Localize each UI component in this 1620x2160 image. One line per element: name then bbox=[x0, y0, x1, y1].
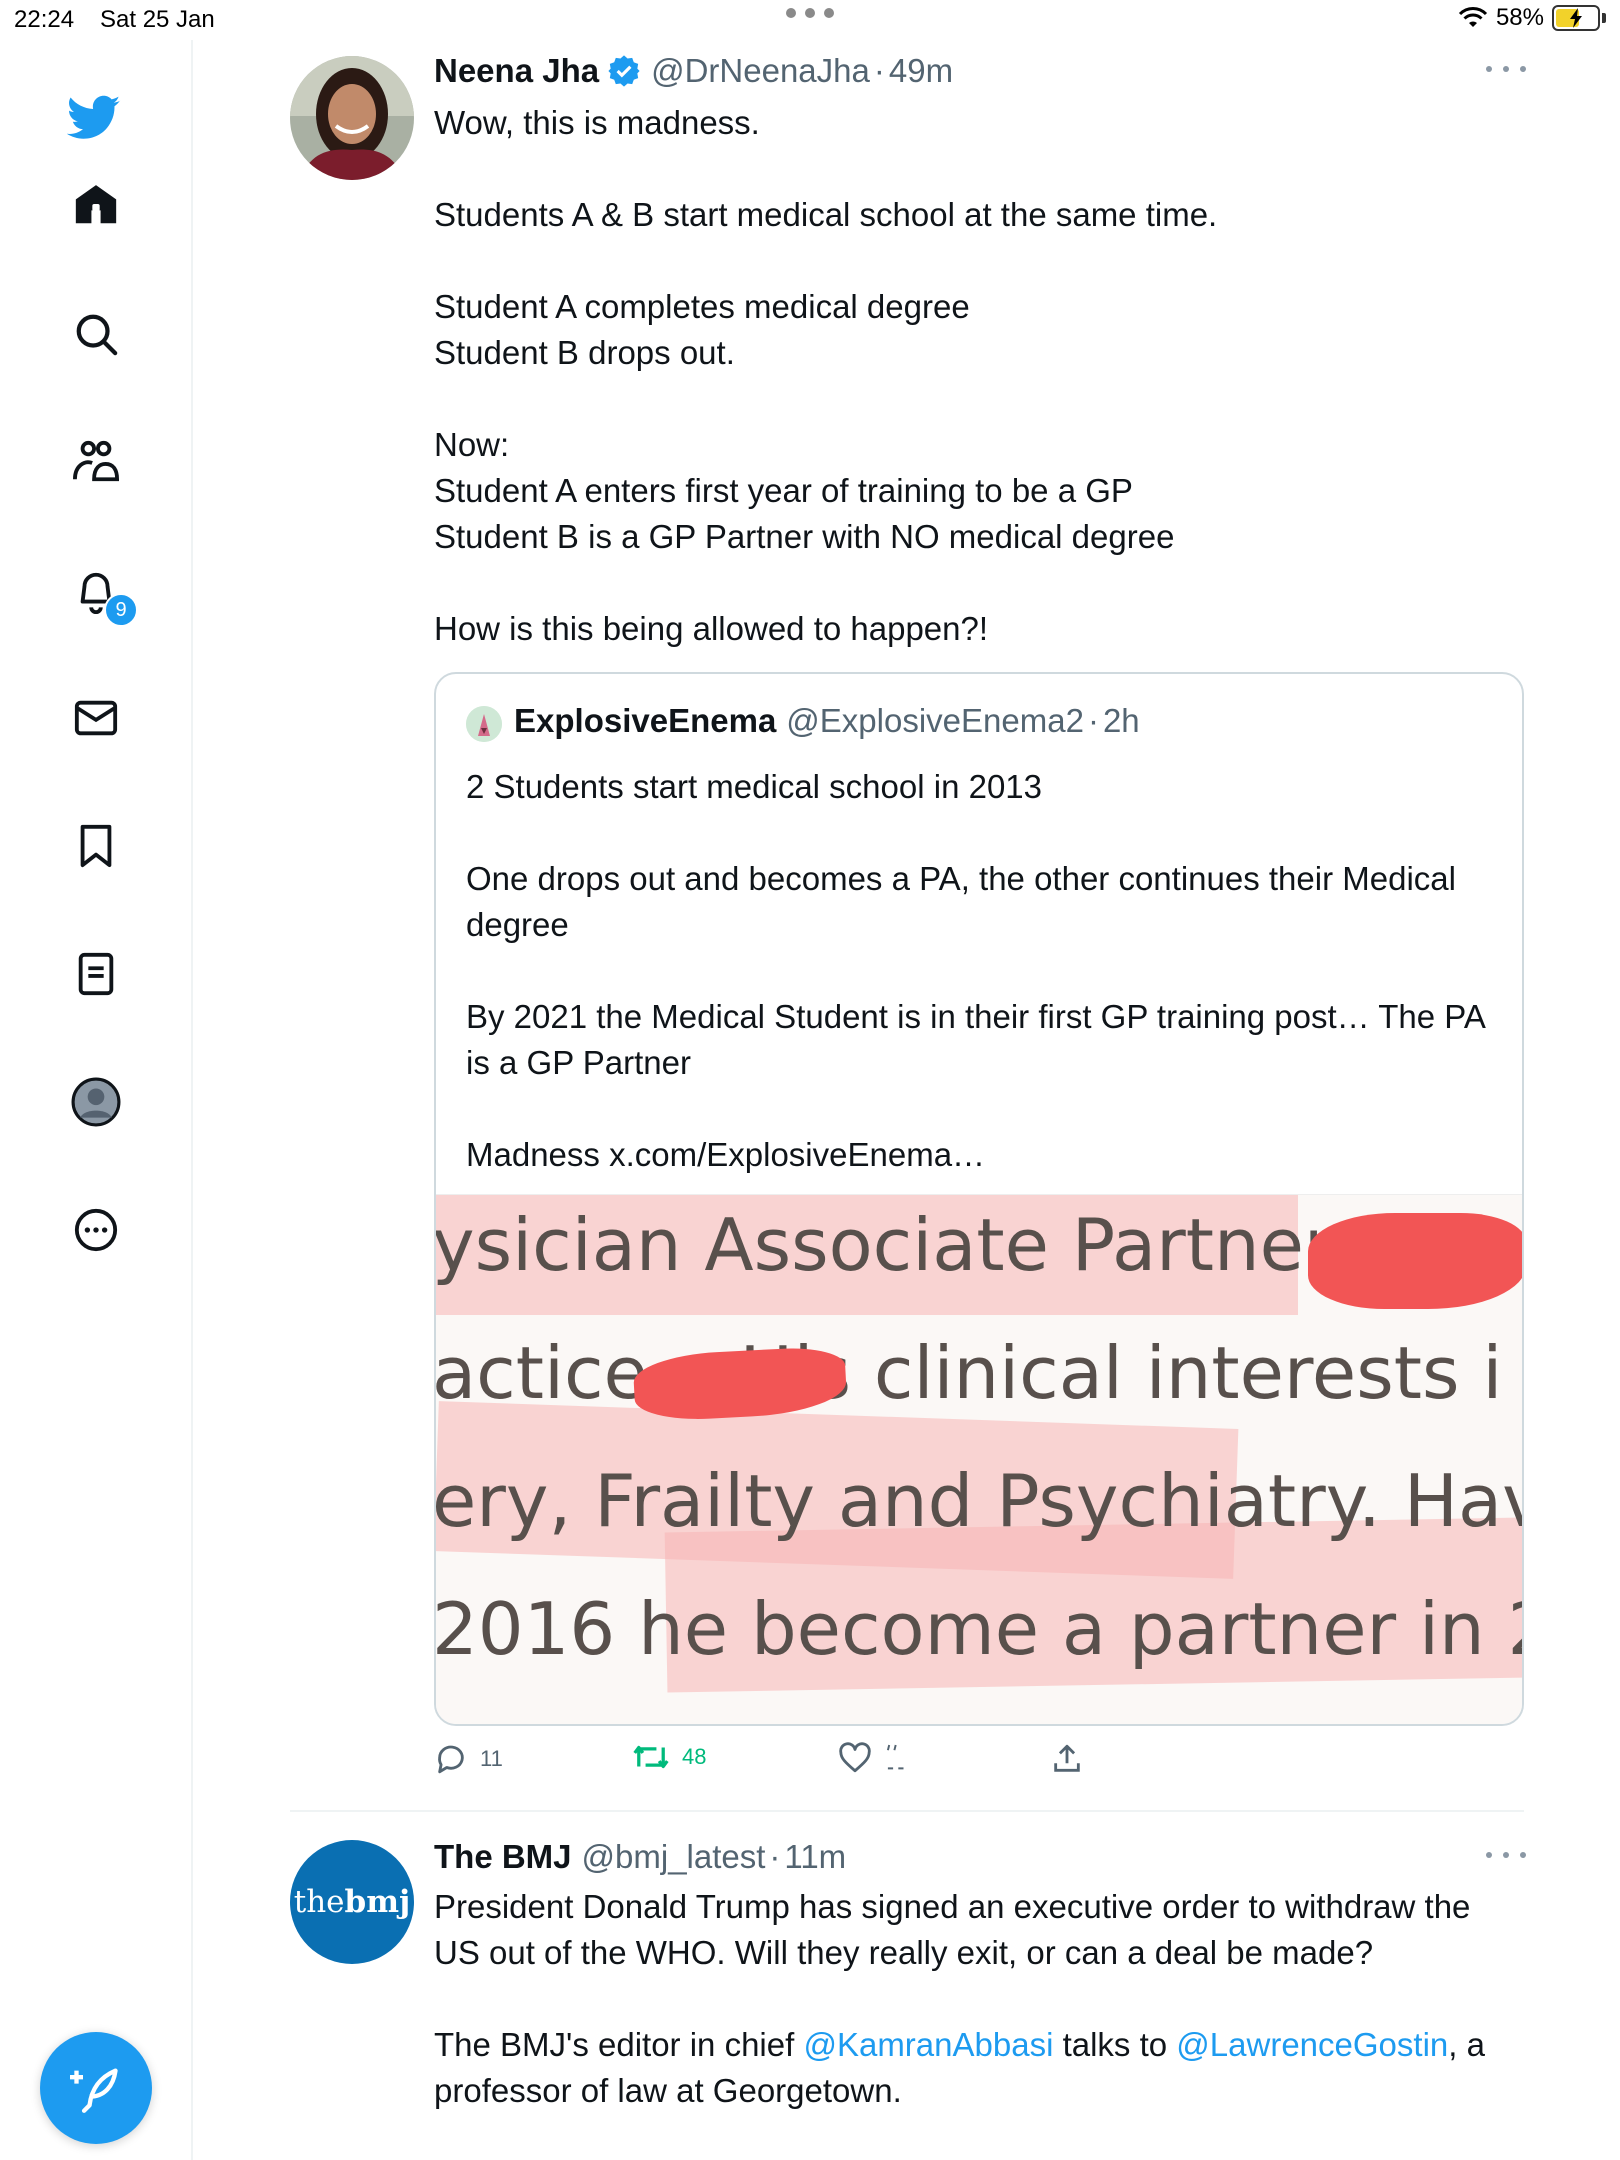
retweet-icon bbox=[633, 1745, 669, 1769]
tweet-more-icon[interactable] bbox=[1486, 66, 1526, 78]
tweet-text: The BMJ's editor in chief @KamranAbbasi … bbox=[434, 2022, 1524, 2114]
tweet-time[interactable]: 11m bbox=[784, 1838, 846, 1876]
battery-percent: 58% bbox=[1495, 4, 1544, 31]
search-icon[interactable] bbox=[68, 306, 124, 362]
notifications-badge: 9 bbox=[104, 593, 138, 627]
quoted-header: ExplosiveEnema @ExplosiveEnema2 · 2h bbox=[514, 702, 1140, 740]
wifi-icon bbox=[1458, 7, 1488, 27]
separator-dot: · bbox=[1087, 702, 1099, 739]
quoted-author-handle: @ExplosiveEnema2 bbox=[786, 702, 1084, 739]
image-text-line: ysician Associate Partner at bbox=[436, 1203, 1429, 1287]
image-text-line: 2016 he become a partner in 2021. bbox=[436, 1587, 1522, 1671]
tweet-time[interactable]: 49m bbox=[889, 52, 953, 90]
retweet-button[interactable]: 48 bbox=[632, 1742, 706, 1772]
like-count-animation-icon bbox=[886, 1744, 904, 1770]
text-segment: The BMJ's editor in chief bbox=[434, 2026, 804, 2063]
battery-icon bbox=[1552, 5, 1600, 31]
sidebar: 9 bbox=[0, 40, 193, 2160]
compose-tweet-button[interactable] bbox=[40, 2032, 152, 2144]
author-name[interactable]: The BMJ bbox=[434, 1838, 572, 1876]
separator-dot: · bbox=[873, 52, 885, 89]
share-button[interactable] bbox=[1050, 1742, 1084, 1776]
battery-nub bbox=[1602, 13, 1606, 23]
quoted-avatar bbox=[466, 706, 502, 742]
text-segment: talks to bbox=[1053, 2026, 1177, 2063]
tweet-text: Wow, this is madness. Students A & B sta… bbox=[434, 104, 1218, 647]
tweet-more-icon[interactable] bbox=[1486, 1852, 1526, 1864]
profile-icon[interactable] bbox=[68, 1074, 124, 1130]
retweet-count: 48 bbox=[682, 1744, 707, 1769]
avatar[interactable] bbox=[290, 56, 414, 180]
quoted-tweet[interactable]: ExplosiveEnema @ExplosiveEnema2 · 2h 2 S… bbox=[434, 672, 1524, 1726]
mention-link[interactable]: @LawrenceGostin bbox=[1176, 2026, 1448, 2063]
home-icon[interactable] bbox=[68, 176, 124, 232]
quoted-image[interactable]: ysician Associate Partner at actice, . H… bbox=[436, 1194, 1522, 1724]
status-bar: 22:24 Sat 25 Jan 58% bbox=[0, 0, 1620, 40]
author-handle[interactable]: @bmj_latest bbox=[582, 1838, 766, 1876]
redaction-mark bbox=[1308, 1213, 1522, 1309]
image-text-line: actice, . His clinical interests i bbox=[436, 1331, 1503, 1415]
tweet-header: The BMJ @bmj_latest · 11m bbox=[434, 1838, 846, 1876]
reply-icon bbox=[438, 1745, 464, 1774]
tweet-divider bbox=[290, 1810, 1524, 1812]
avatar[interactable]: the bmj bbox=[290, 1840, 414, 1964]
messages-icon[interactable] bbox=[68, 690, 124, 746]
reply-button[interactable]: 11 bbox=[434, 1742, 503, 1776]
status-indicators: 58% bbox=[1458, 4, 1606, 32]
author-handle[interactable]: @DrNeenaJha bbox=[651, 52, 870, 90]
quoted-text: 2 Students start medical school in 2013 … bbox=[466, 768, 1485, 1173]
verified-badge-icon bbox=[608, 55, 640, 87]
tweet-header: Neena Jha @DrNeenaJha · 49m bbox=[434, 52, 953, 90]
multitasking-dots-icon[interactable] bbox=[786, 8, 834, 22]
reply-count: 11 bbox=[480, 1746, 503, 1771]
more-icon[interactable] bbox=[68, 1202, 124, 1258]
like-icon bbox=[839, 1742, 871, 1773]
status-date: Sat 25 Jan bbox=[100, 6, 215, 33]
twitter-logo-icon[interactable] bbox=[66, 90, 122, 146]
avatar-text-bold: bmj bbox=[344, 1884, 411, 1920]
share-icon bbox=[1054, 1744, 1080, 1772]
bookmarks-icon[interactable] bbox=[68, 818, 124, 874]
like-button[interactable] bbox=[838, 1742, 910, 1774]
author-name[interactable]: Neena Jha bbox=[434, 52, 599, 90]
quoted-author-name: ExplosiveEnema bbox=[514, 702, 777, 739]
image-text-line: ery, Frailty and Psychiatry. Having j bbox=[436, 1459, 1522, 1543]
avatar-text-light: the bbox=[293, 1884, 345, 1920]
tweet-actions: 11 48 bbox=[434, 1742, 1194, 1786]
compose-feather-icon bbox=[70, 2068, 118, 2113]
quoted-time: 2h bbox=[1102, 702, 1140, 739]
separator-dot: · bbox=[769, 1838, 781, 1875]
communities-icon[interactable] bbox=[68, 434, 124, 490]
lists-icon[interactable] bbox=[68, 946, 124, 1002]
mention-link[interactable]: @KamranAbbasi bbox=[803, 2026, 1053, 2063]
tweet-text: President Donald Trump has signed an exe… bbox=[434, 1888, 1471, 1971]
status-time: 22:24 bbox=[14, 6, 75, 33]
